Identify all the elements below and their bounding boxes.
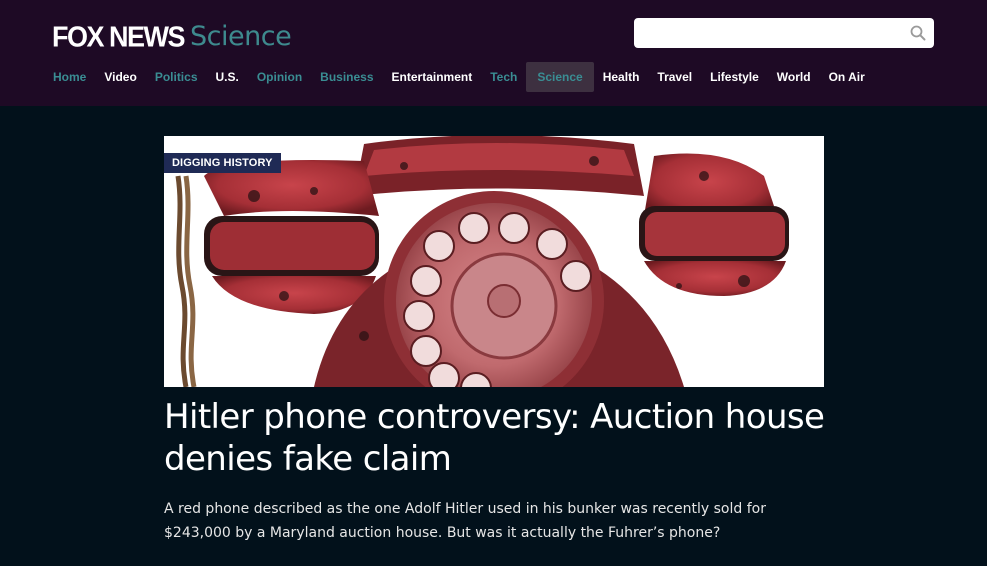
- site-logo[interactable]: FOX NEWS Science: [52, 18, 292, 53]
- site-header: FOX NEWS Science Home Video Politics U.S…: [0, 0, 987, 106]
- category-badge[interactable]: DIGGING HISTORY: [164, 153, 281, 173]
- nav-item-world[interactable]: World: [768, 62, 820, 92]
- main-nav: Home Video Politics U.S. Opinion Busines…: [44, 62, 874, 92]
- red-rotary-phone-image: [164, 136, 824, 387]
- nav-item-politics[interactable]: Politics: [146, 62, 207, 92]
- nav-item-home[interactable]: Home: [44, 62, 95, 92]
- article-summary: A red phone described as the one Adolf H…: [164, 501, 766, 541]
- nav-item-on-air[interactable]: On Air: [820, 62, 874, 92]
- nav-item-lifestyle[interactable]: Lifestyle: [701, 62, 768, 92]
- nav-item-opinion[interactable]: Opinion: [248, 62, 311, 92]
- nav-item-travel[interactable]: Travel: [648, 62, 701, 92]
- nav-item-video[interactable]: Video: [95, 62, 145, 92]
- logo-section-name: Science: [190, 21, 292, 52]
- nav-item-entertainment[interactable]: Entertainment: [383, 62, 482, 92]
- nav-item-tech[interactable]: Tech: [481, 62, 526, 92]
- search-icon[interactable]: [910, 25, 926, 41]
- nav-item-science[interactable]: Science: [526, 62, 594, 92]
- article-headline[interactable]: Hitler phone controversy: Auction house …: [164, 396, 844, 480]
- nav-item-business[interactable]: Business: [311, 62, 382, 92]
- search-box: [634, 18, 934, 48]
- nav-item-health[interactable]: Health: [594, 62, 649, 92]
- nav-item-us[interactable]: U.S.: [207, 62, 248, 92]
- article-hero-image[interactable]: [164, 136, 824, 387]
- search-input[interactable]: [634, 18, 904, 48]
- logo-brand: FOX NEWS: [52, 21, 186, 53]
